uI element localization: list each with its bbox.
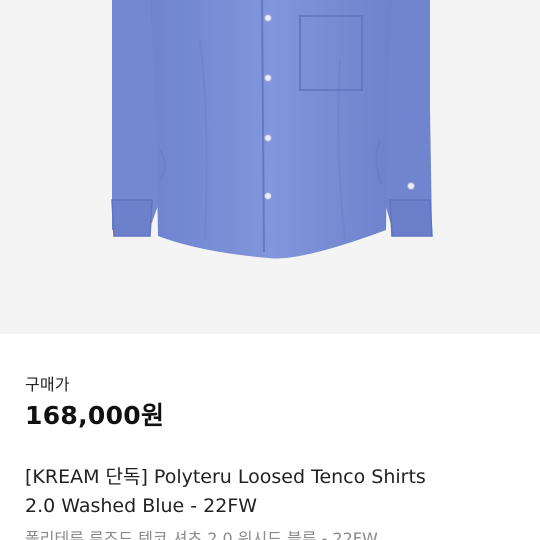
left-cuff	[111, 199, 153, 237]
product-title-line-1: [KREAM 단독] Polyteru Loosed Tenco Shirts	[25, 466, 426, 488]
product-title[interactable]: [KREAM 단독] Polyteru Loosed Tenco Shirts …	[25, 463, 525, 521]
product-subtitle: 폴리테루 루즈드 텐코 셔츠 2.0 워시드 블루 - 22FW	[25, 529, 378, 540]
price: 168,000원	[25, 401, 165, 430]
product-title-line-2: 2.0 Washed Blue - 22FW	[25, 495, 258, 517]
right-cuff	[389, 199, 433, 237]
shirt-body	[150, 0, 392, 259]
product-page: 구매가 168,000원 [KREAM 단독] Polyteru Loosed …	[0, 0, 540, 540]
price-label: 구매가	[25, 375, 70, 394]
product-image[interactable]	[0, 0, 540, 334]
shirt-illustration	[111, 0, 433, 259]
product-info: 구매가 168,000원 [KREAM 단독] Polyteru Loosed …	[0, 334, 540, 540]
